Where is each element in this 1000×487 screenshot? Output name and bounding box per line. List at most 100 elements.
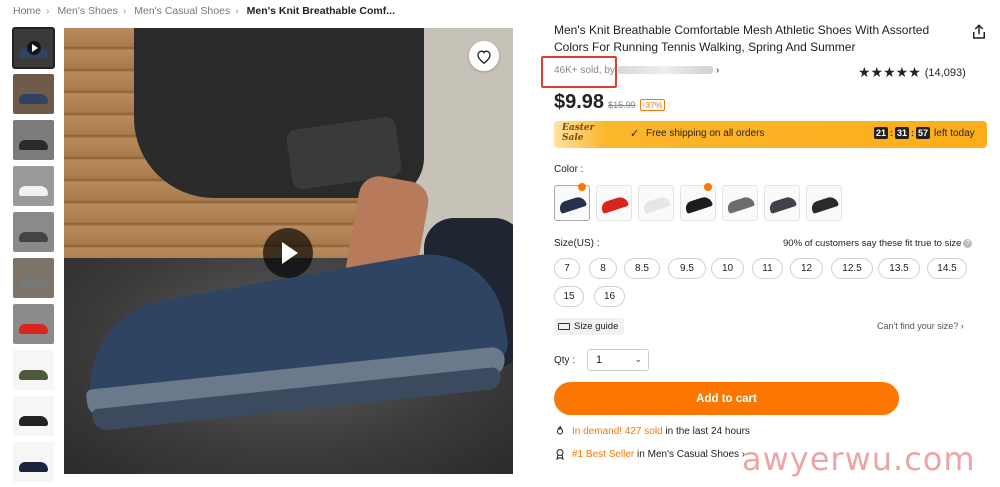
award-icon — [556, 449, 564, 460]
add-to-cart-button[interactable]: Add to cart — [554, 382, 899, 415]
size-option[interactable]: 15 — [554, 286, 584, 307]
info-icon[interactable]: ? — [963, 238, 973, 248]
size-option[interactable]: 9.5 — [668, 258, 706, 279]
color-swatch-dark-grey[interactable] — [764, 185, 800, 221]
size-option[interactable]: 13.5 — [878, 258, 920, 279]
size-guide-label: Size guide — [574, 321, 619, 332]
size-guide-button[interactable]: Size guide — [554, 318, 625, 335]
thumbnail-image[interactable] — [13, 304, 54, 344]
shoe-thumbnail — [599, 195, 630, 214]
thumbnail-video[interactable] — [12, 27, 55, 69]
free-shipping-text: Free shipping on all orders — [646, 128, 765, 139]
share-button[interactable] — [970, 23, 988, 41]
thumbnail-image[interactable] — [13, 350, 54, 390]
bestseller-highlight: #1 Best Seller — [572, 448, 635, 460]
breadcrumb-home[interactable]: Home — [13, 5, 41, 17]
quantity-select[interactable]: 1 ⌄ — [587, 349, 649, 371]
shoe-thumbnail — [641, 195, 672, 214]
size-option[interactable]: 8 — [589, 258, 617, 279]
original-price: $15.99 — [608, 100, 636, 110]
timer-suffix: left today — [934, 127, 975, 139]
play-icon — [26, 41, 41, 55]
cant-find-size-label: Can't find your size? — [877, 321, 959, 331]
thumbnail-image[interactable] — [13, 258, 54, 298]
watermark: awyerwu.com — [742, 440, 976, 478]
breadcrumb-separator: › — [235, 5, 239, 17]
color-swatches — [554, 183, 848, 221]
quantity-value: 1 — [596, 354, 603, 366]
quantity-label: Qty : — [554, 355, 576, 366]
breadcrumb-mens-casual-shoes[interactable]: Men's Casual Shoes — [134, 5, 230, 17]
highlight-annotation-box — [541, 56, 617, 88]
thumbnail-image[interactable] — [13, 74, 54, 114]
timer-colon: : — [911, 128, 915, 138]
promo-banner: Easter Sale ✓ Free shipping on all order… — [554, 121, 987, 148]
breadcrumb-mens-shoes[interactable]: Men's Shoes — [57, 5, 117, 17]
cant-find-size-link[interactable]: Can't find your size? › — [877, 321, 964, 331]
size-option[interactable]: 14.5 — [927, 258, 967, 279]
discount-badge: -37% — [639, 99, 666, 111]
thumbnail-image[interactable] — [13, 212, 54, 252]
size-option[interactable]: 7 — [554, 258, 580, 279]
size-option[interactable]: 12.5 — [831, 258, 873, 279]
price-row: $9.98 $15.99 -37% — [554, 91, 666, 114]
fit-info: 90% of customers say these fit true to s… — [783, 238, 973, 249]
current-price: $9.98 — [554, 91, 605, 113]
thumbnail-image[interactable] — [13, 120, 54, 160]
color-swatch-navy[interactable] — [554, 183, 590, 221]
main-product-image[interactable] — [64, 28, 513, 474]
breadcrumb-separator: › — [122, 5, 127, 17]
fit-text: 90% of customers say these fit true to s… — [783, 238, 962, 249]
color-swatch-white[interactable] — [638, 185, 674, 221]
shoe-thumbnail — [557, 195, 588, 214]
timer-colon: : — [890, 128, 894, 138]
timer-seconds: 57 — [916, 127, 931, 139]
hot-badge-icon — [704, 183, 712, 191]
breadcrumb-separator: › — [46, 5, 50, 17]
video-play-button[interactable] — [263, 228, 313, 278]
star-rating-icon: ★★★★★ — [858, 64, 921, 80]
demand-rest: in the last 24 hours — [665, 425, 750, 437]
size-option[interactable]: 12 — [790, 258, 823, 279]
shoe-thumbnail — [725, 195, 756, 214]
store-name-redacted — [617, 66, 713, 75]
size-label: Size(US) : — [554, 238, 600, 249]
chevron-right-icon: › — [715, 65, 720, 76]
flame-icon — [556, 425, 564, 435]
color-swatch-red[interactable] — [596, 185, 632, 221]
demand-highlight: In demand! 427 sold — [572, 425, 663, 437]
size-option[interactable]: 11 — [752, 258, 783, 279]
demand-notice: In demand! 427 sold in the last 24 hours — [554, 425, 750, 437]
easter-sale-logo: Easter Sale — [562, 123, 595, 143]
wishlist-button[interactable] — [469, 41, 499, 71]
chevron-right-icon: › — [960, 321, 964, 331]
ruler-icon — [558, 323, 570, 330]
color-swatch-black[interactable] — [680, 183, 716, 221]
thumbnail-list — [12, 27, 55, 487]
bestseller-notice[interactable]: #1 Best Seller in Men's Casual Shoes › — [554, 448, 745, 460]
share-icon — [973, 24, 985, 39]
product-title: Men's Knit Breathable Comfortable Mesh A… — [554, 23, 930, 54]
size-option[interactable]: 8.5 — [624, 258, 660, 279]
thumbnail-image[interactable] — [13, 166, 54, 206]
countdown-timer: 21 : 31 : 57 left today — [874, 127, 975, 139]
bestseller-category: in Men's Casual Shoes — [637, 448, 740, 460]
shoe-thumbnail — [809, 195, 840, 214]
rating[interactable]: ★★★★★ (14,093) — [858, 64, 966, 81]
thumbnail-image[interactable] — [13, 442, 54, 482]
breadcrumb: Home › Men's Shoes › Men's Casual Shoes › M… — [13, 5, 395, 17]
size-option[interactable]: 16 — [594, 286, 625, 307]
shoe-thumbnail — [683, 195, 714, 214]
timer-minutes: 31 — [895, 127, 910, 139]
chevron-down-icon: ⌄ — [634, 354, 642, 364]
timer-hours: 21 — [874, 127, 889, 139]
check-icon: ✓ — [630, 128, 640, 140]
hot-badge-icon — [578, 183, 586, 191]
thumbnail-image[interactable] — [13, 396, 54, 436]
color-swatch-grey[interactable] — [722, 185, 758, 221]
color-label: Color : — [554, 164, 584, 175]
color-swatch-black-white[interactable] — [806, 185, 842, 221]
breadcrumb-current: Men's Knit Breathable Comf... — [246, 5, 395, 17]
heart-icon — [477, 49, 491, 64]
size-option[interactable]: 10 — [711, 258, 744, 279]
